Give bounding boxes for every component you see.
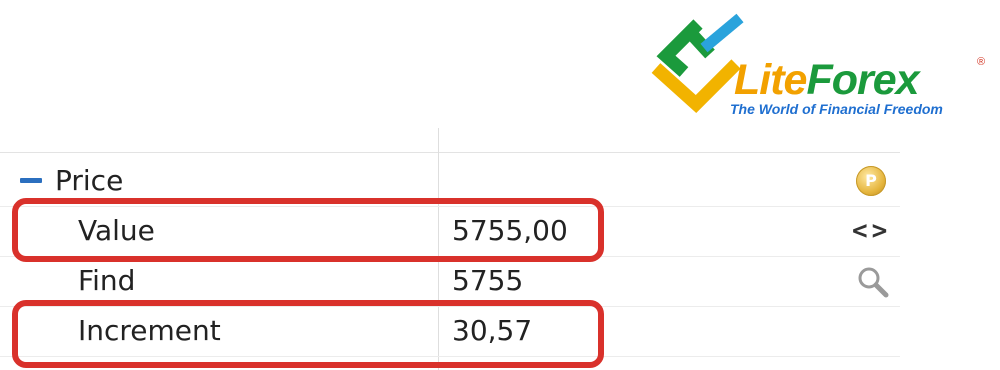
property-label-increment: Increment — [78, 314, 221, 347]
property-grid: Price P Value 5755,00 <> Find 5755 Incre… — [0, 128, 900, 370]
property-row-value[interactable]: Value 5755,00 <> — [0, 206, 900, 257]
logo-tagline: The World of Financial Freedom — [730, 101, 943, 117]
search-icon[interactable] — [855, 264, 891, 300]
property-label-find: Find — [78, 264, 136, 297]
group-label-price: Price — [55, 164, 124, 197]
property-value-increment[interactable]: 30,57 — [452, 314, 532, 348]
registered-mark: ® — [977, 56, 986, 68]
arrows-icon[interactable]: <> — [852, 215, 892, 247]
logo-wordmark-lite: Lite — [734, 56, 807, 104]
group-row-price[interactable]: Price P — [0, 156, 900, 207]
property-value-find[interactable]: 5755 — [452, 264, 523, 298]
property-row-find[interactable]: Find 5755 — [0, 256, 900, 307]
property-value-value[interactable]: 5755,00 — [452, 214, 568, 248]
property-row-increment[interactable]: Increment 30,57 — [0, 306, 900, 357]
logo-wordmark: LiteForex — [734, 56, 920, 104]
property-label-value: Value — [78, 214, 155, 247]
grid-row-previous — [0, 128, 900, 153]
collapse-minus-icon[interactable] — [20, 178, 42, 183]
coin-p-icon: P — [856, 166, 886, 196]
liteforex-logo: LiteForex ® The World of Financial Freed… — [648, 12, 993, 122]
logo-wordmark-forex: Forex — [806, 56, 919, 104]
